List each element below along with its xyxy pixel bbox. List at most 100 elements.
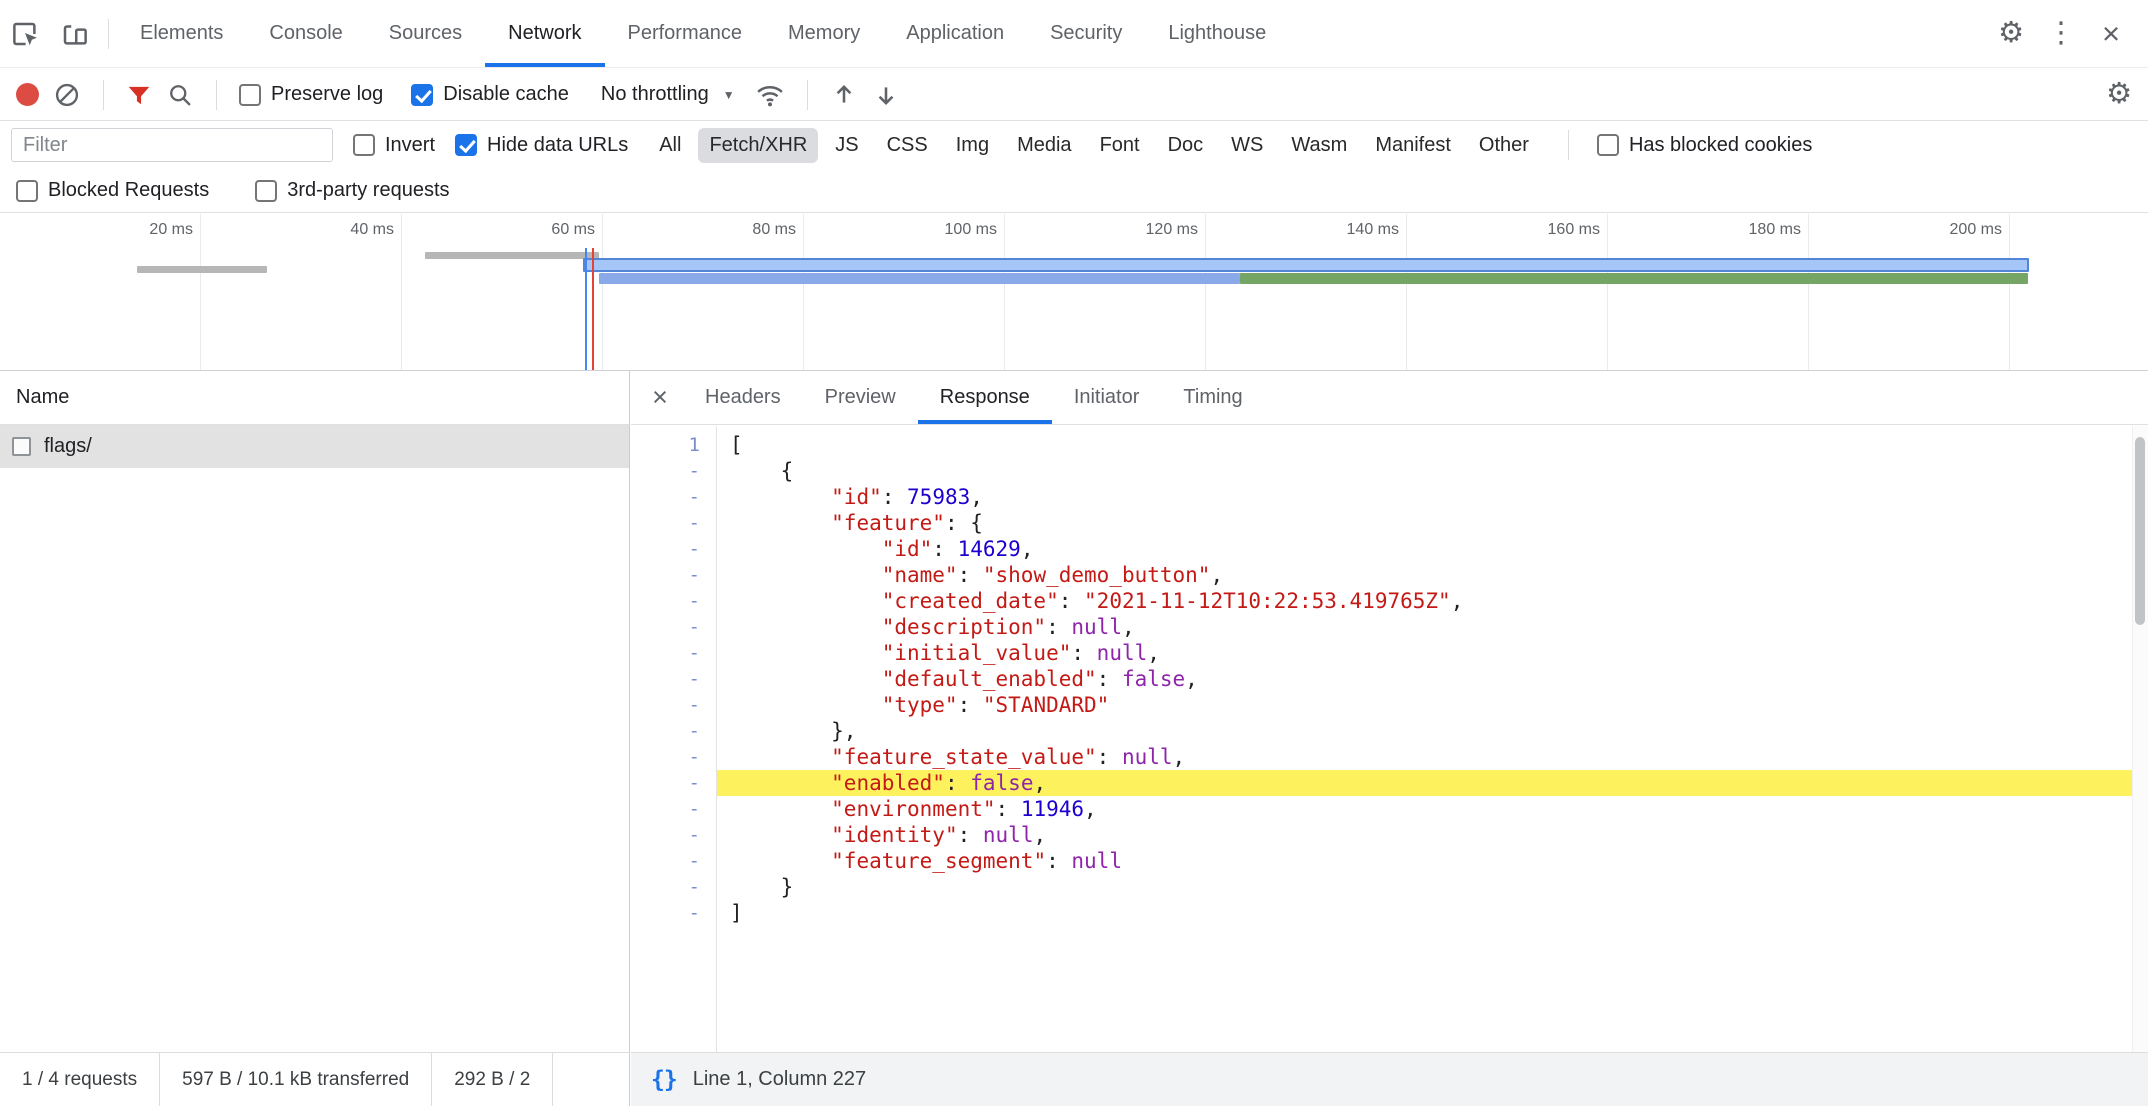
filter-type-other[interactable]: Other xyxy=(1468,128,1540,163)
line-number: - xyxy=(631,718,716,744)
code-text: "feature_segment": null xyxy=(716,848,2148,874)
more-options-icon[interactable]: ⋮ xyxy=(2038,19,2084,48)
export-har-icon[interactable] xyxy=(872,81,900,109)
checkbox-icon xyxy=(16,180,38,202)
code-text: "feature": { xyxy=(716,510,2148,536)
filter-type-font[interactable]: Font xyxy=(1089,128,1151,163)
detail-tab-timing[interactable]: Timing xyxy=(1161,371,1264,424)
checkbox-icon xyxy=(239,84,261,106)
scrollbar-thumb[interactable] xyxy=(2135,437,2145,625)
code-text: "created_date": "2021-11-12T10:22:53.419… xyxy=(716,588,2148,614)
code-line: - "type": "STANDARD" xyxy=(631,692,2148,718)
throttling-value: No throttling xyxy=(601,83,709,106)
requests-pane: Name flags/ xyxy=(0,371,630,1052)
checkbox-icon xyxy=(353,134,375,156)
filter-type-doc[interactable]: Doc xyxy=(1157,128,1215,163)
filter-type-manifest[interactable]: Manifest xyxy=(1364,128,1462,163)
invert-checkbox[interactable]: Invert xyxy=(353,134,435,157)
code-line: - }, xyxy=(631,718,2148,744)
tab-lighthouse[interactable]: Lighthouse xyxy=(1145,0,1289,67)
code-line: - "id": 75983, xyxy=(631,484,2148,510)
line-number: - xyxy=(631,900,716,926)
timeline-tick-label: 200 ms xyxy=(1950,221,2002,239)
code-text: "default_enabled": false, xyxy=(716,666,2148,692)
code-text: "environment": 11946, xyxy=(716,796,2148,822)
network-overview-timeline[interactable]: 20 ms40 ms60 ms80 ms100 ms120 ms140 ms16… xyxy=(0,214,2148,371)
filter-type-js[interactable]: JS xyxy=(824,128,869,163)
selected-request-bar xyxy=(583,258,2029,272)
line-number: - xyxy=(631,562,716,588)
timeline-column: 140 ms xyxy=(1206,214,1407,370)
network-settings-gear-icon[interactable]: ⚙ xyxy=(2106,80,2132,109)
timeline-tick-label: 20 ms xyxy=(149,221,193,239)
line-number: - xyxy=(631,640,716,666)
filter-type-media[interactable]: Media xyxy=(1006,128,1082,163)
search-icon[interactable] xyxy=(166,81,194,109)
import-har-icon[interactable] xyxy=(830,81,858,109)
tab-network[interactable]: Network xyxy=(485,0,604,67)
filter-input[interactable] xyxy=(11,128,333,162)
third-party-requests-checkbox[interactable]: 3rd-party requests xyxy=(255,179,449,202)
filter-type-all[interactable]: All xyxy=(648,128,692,163)
detail-tabs: HeadersPreviewResponseInitiatorTiming xyxy=(683,371,1265,424)
filter-type-fetch-xhr[interactable]: Fetch/XHR xyxy=(698,128,818,163)
tab-elements[interactable]: Elements xyxy=(117,0,246,67)
request-row[interactable]: flags/ xyxy=(0,425,629,468)
filter-type-ws[interactable]: WS xyxy=(1220,128,1274,163)
code-text: "enabled": false, xyxy=(716,770,2148,796)
filter-type-css[interactable]: CSS xyxy=(876,128,939,163)
gutter-divider xyxy=(716,426,717,1052)
tab-security[interactable]: Security xyxy=(1027,0,1145,67)
code-line: - "default_enabled": false, xyxy=(631,666,2148,692)
code-text: }, xyxy=(716,718,2148,744)
line-number: - xyxy=(631,822,716,848)
record-network-log-button[interactable] xyxy=(16,83,39,106)
pretty-print-icon[interactable]: {} xyxy=(651,1067,677,1093)
throttling-dropdown[interactable]: No throttling ▼ xyxy=(601,83,735,106)
has-blocked-cookies-label: Has blocked cookies xyxy=(1629,134,1812,157)
detail-tab-response[interactable]: Response xyxy=(918,371,1052,424)
network-summary-bar: 1 / 4 requests597 B / 10.1 kB transferre… xyxy=(0,1052,630,1106)
disable-cache-checkbox[interactable]: Disable cache xyxy=(411,83,569,106)
has-blocked-cookies-checkbox[interactable]: Has blocked cookies xyxy=(1597,134,1812,157)
clear-network-log-icon[interactable] xyxy=(53,81,81,109)
timeline-column: 160 ms xyxy=(1407,214,1608,370)
settings-gear-icon[interactable]: ⚙ xyxy=(1988,19,2034,48)
request-bar-download xyxy=(1240,273,2028,284)
code-line: - "description": null, xyxy=(631,614,2148,640)
tab-performance[interactable]: Performance xyxy=(605,0,766,67)
tab-sources[interactable]: Sources xyxy=(366,0,485,67)
device-toolbar-icon[interactable] xyxy=(50,0,100,67)
hide-data-urls-checkbox[interactable]: Hide data URLs xyxy=(455,134,628,157)
disable-cache-label: Disable cache xyxy=(443,83,569,106)
close-devtools-icon[interactable]: × xyxy=(2088,18,2134,49)
timeline-tick-label: 40 ms xyxy=(350,221,394,239)
blocked-requests-checkbox[interactable]: Blocked Requests xyxy=(16,179,209,202)
tab-console[interactable]: Console xyxy=(246,0,365,67)
preserve-log-label: Preserve log xyxy=(271,83,383,106)
code-line: -] xyxy=(631,900,2148,926)
close-details-icon[interactable]: × xyxy=(637,371,683,424)
timeline-column: 60 ms xyxy=(402,214,603,370)
detail-tab-headers[interactable]: Headers xyxy=(683,371,803,424)
line-number: - xyxy=(631,770,716,796)
filter-type-img[interactable]: Img xyxy=(945,128,1000,163)
code-line: - "initial_value": null, xyxy=(631,640,2148,666)
code-text: } xyxy=(716,874,2148,900)
detail-tab-preview[interactable]: Preview xyxy=(803,371,918,424)
filter-type-wasm[interactable]: Wasm xyxy=(1280,128,1358,163)
preserve-log-checkbox[interactable]: Preserve log xyxy=(239,83,383,106)
network-conditions-icon[interactable] xyxy=(755,80,785,110)
resource-type-filters: AllFetch/XHRJSCSSImgMediaFontDocWSWasmMa… xyxy=(648,128,1540,163)
tab-application[interactable]: Application xyxy=(883,0,1027,67)
code-text: ] xyxy=(716,900,2148,926)
filter-funnel-icon[interactable] xyxy=(126,82,152,108)
timeline-column: 40 ms xyxy=(201,214,402,370)
detail-tab-initiator[interactable]: Initiator xyxy=(1052,371,1162,424)
timeline-tick-label: 160 ms xyxy=(1548,221,1600,239)
requests-name-header[interactable]: Name xyxy=(0,371,629,425)
code-text: { xyxy=(716,458,2148,484)
tab-memory[interactable]: Memory xyxy=(765,0,883,67)
code-line: - "created_date": "2021-11-12T10:22:53.4… xyxy=(631,588,2148,614)
inspect-element-icon[interactable] xyxy=(0,0,50,67)
